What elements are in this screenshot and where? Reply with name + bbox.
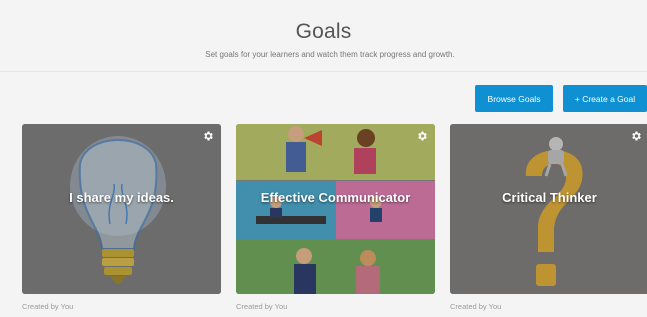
card-overlay <box>22 124 221 294</box>
gear-icon[interactable] <box>202 130 214 142</box>
goal-card-title: Effective Communicator <box>260 190 411 205</box>
goal-card[interactable]: Critical Thinker <box>450 124 647 294</box>
page-subtitle: Set goals for your learners and watch th… <box>205 50 455 59</box>
goal-card[interactable]: I share my ideas. <box>22 124 221 294</box>
goal-card-title: Critical Thinker <box>502 190 597 205</box>
goal-card-caption: Created by You <box>450 302 502 311</box>
browse-goals-button[interactable]: Browse Goals <box>475 85 553 112</box>
card-overlay <box>450 124 647 294</box>
goal-card-caption: Created by You <box>236 302 288 311</box>
page-title: Goals <box>295 20 352 43</box>
goal-card-title: I share my ideas. <box>69 190 174 205</box>
goal-card[interactable]: Effective Communicator <box>236 124 435 294</box>
gear-icon[interactable] <box>416 130 428 142</box>
gear-icon[interactable] <box>630 130 642 142</box>
header-divider <box>0 71 647 72</box>
card-overlay <box>236 124 435 294</box>
create-goal-button[interactable]: + Create a Goal <box>563 85 647 112</box>
goal-card-caption: Created by You <box>22 302 74 311</box>
